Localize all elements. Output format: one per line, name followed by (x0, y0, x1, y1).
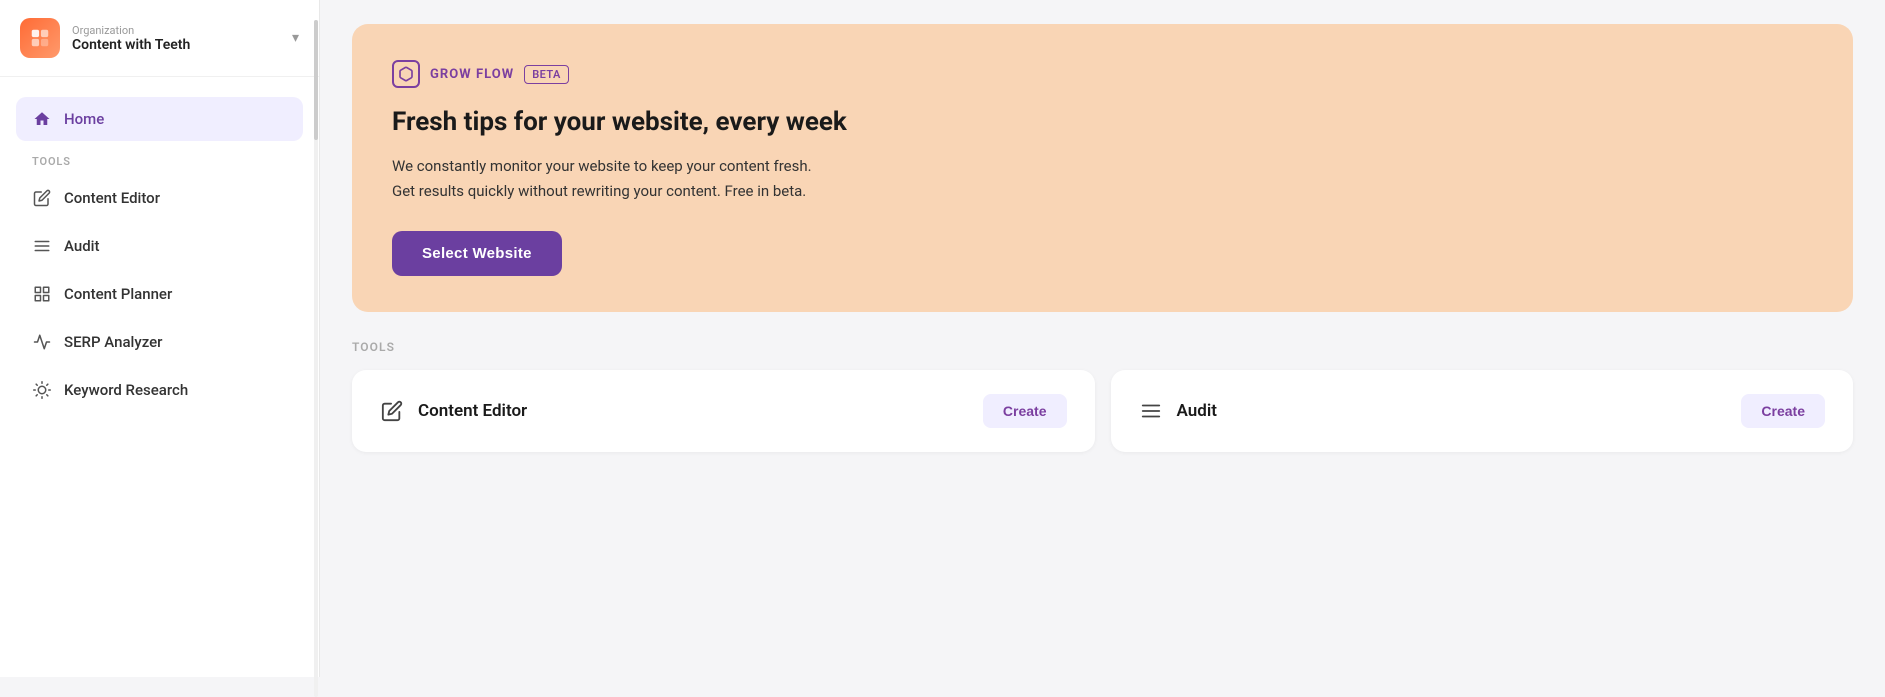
app-logo (20, 18, 60, 58)
grow-flow-header: GROW FLOW BETA (392, 60, 1813, 88)
sidebar-item-content-planner-label: Content Planner (64, 285, 172, 303)
tool-card-left: Audit (1139, 399, 1217, 423)
content-editor-create-button[interactable]: Create (983, 394, 1067, 428)
chart-line-icon (32, 332, 52, 352)
sidebar-item-content-planner[interactable]: Content Planner (16, 272, 303, 316)
sidebar-item-keyword-research[interactable]: Keyword Research (16, 368, 303, 412)
sidebar-item-content-editor-label: Content Editor (64, 189, 160, 207)
content-editor-card-label: Content Editor (418, 401, 527, 421)
tool-card-left: Content Editor (380, 399, 527, 423)
sidebar-navigation: Home TOOLS Content Editor A (0, 77, 319, 677)
tool-card-audit: Audit Create (1111, 370, 1854, 452)
grow-flow-icon (392, 60, 420, 88)
tools-grid: Content Editor Create Audit Crea (352, 370, 1853, 452)
grow-flow-title: GROW FLOW (430, 67, 514, 82)
sidebar-item-home-label: Home (64, 110, 104, 128)
lines-icon (32, 236, 52, 256)
chevron-down-icon: ▾ (292, 30, 299, 46)
sidebar: Organization Content with Teeth ▾ Home T… (0, 0, 320, 677)
grow-flow-headline: Fresh tips for your website, every week (392, 106, 1813, 140)
audit-card-icon (1139, 399, 1163, 423)
sidebar-item-content-editor[interactable]: Content Editor (16, 176, 303, 220)
grow-flow-description: We constantly monitor your website to ke… (392, 154, 1813, 204)
sidebar-item-audit[interactable]: Audit (16, 224, 303, 268)
grow-flow-banner: GROW FLOW BETA Fresh tips for your websi… (352, 24, 1853, 312)
grid-icon (32, 284, 52, 304)
home-icon (32, 109, 52, 129)
audit-create-button[interactable]: Create (1741, 394, 1825, 428)
main-tools-label: TOOLS (352, 340, 1853, 354)
tool-card-content-editor: Content Editor Create (352, 370, 1095, 452)
sidebar-item-serp-analyzer[interactable]: SERP Analyzer (16, 320, 303, 364)
sidebar-item-keyword-research-label: Keyword Research (64, 381, 188, 399)
sidebar-item-serp-analyzer-label: SERP Analyzer (64, 333, 162, 351)
organization-info: Organization Content with Teeth (72, 24, 280, 53)
pencil-icon (32, 188, 52, 208)
select-website-button[interactable]: Select Website (392, 231, 562, 276)
sidebar-header[interactable]: Organization Content with Teeth ▾ (0, 0, 319, 77)
audit-card-label: Audit (1177, 401, 1217, 421)
content-editor-card-icon (380, 399, 404, 423)
scrollbar-track (314, 20, 318, 697)
organization-name: Content with Teeth (72, 37, 280, 53)
sidebar-item-audit-label: Audit (64, 237, 99, 255)
sidebar-item-home[interactable]: Home (16, 97, 303, 141)
organization-label: Organization (72, 24, 280, 37)
scrollbar-thumb (314, 20, 318, 140)
grow-flow-beta-badge: BETA (524, 65, 569, 84)
main-content: GROW FLOW BETA Fresh tips for your websi… (320, 0, 1885, 677)
tools-section-label: TOOLS (16, 145, 303, 176)
sidebar-scrollbar[interactable] (313, 0, 319, 677)
lightbulb-icon (32, 380, 52, 400)
tools-section: TOOLS Content Editor Create (352, 340, 1853, 452)
